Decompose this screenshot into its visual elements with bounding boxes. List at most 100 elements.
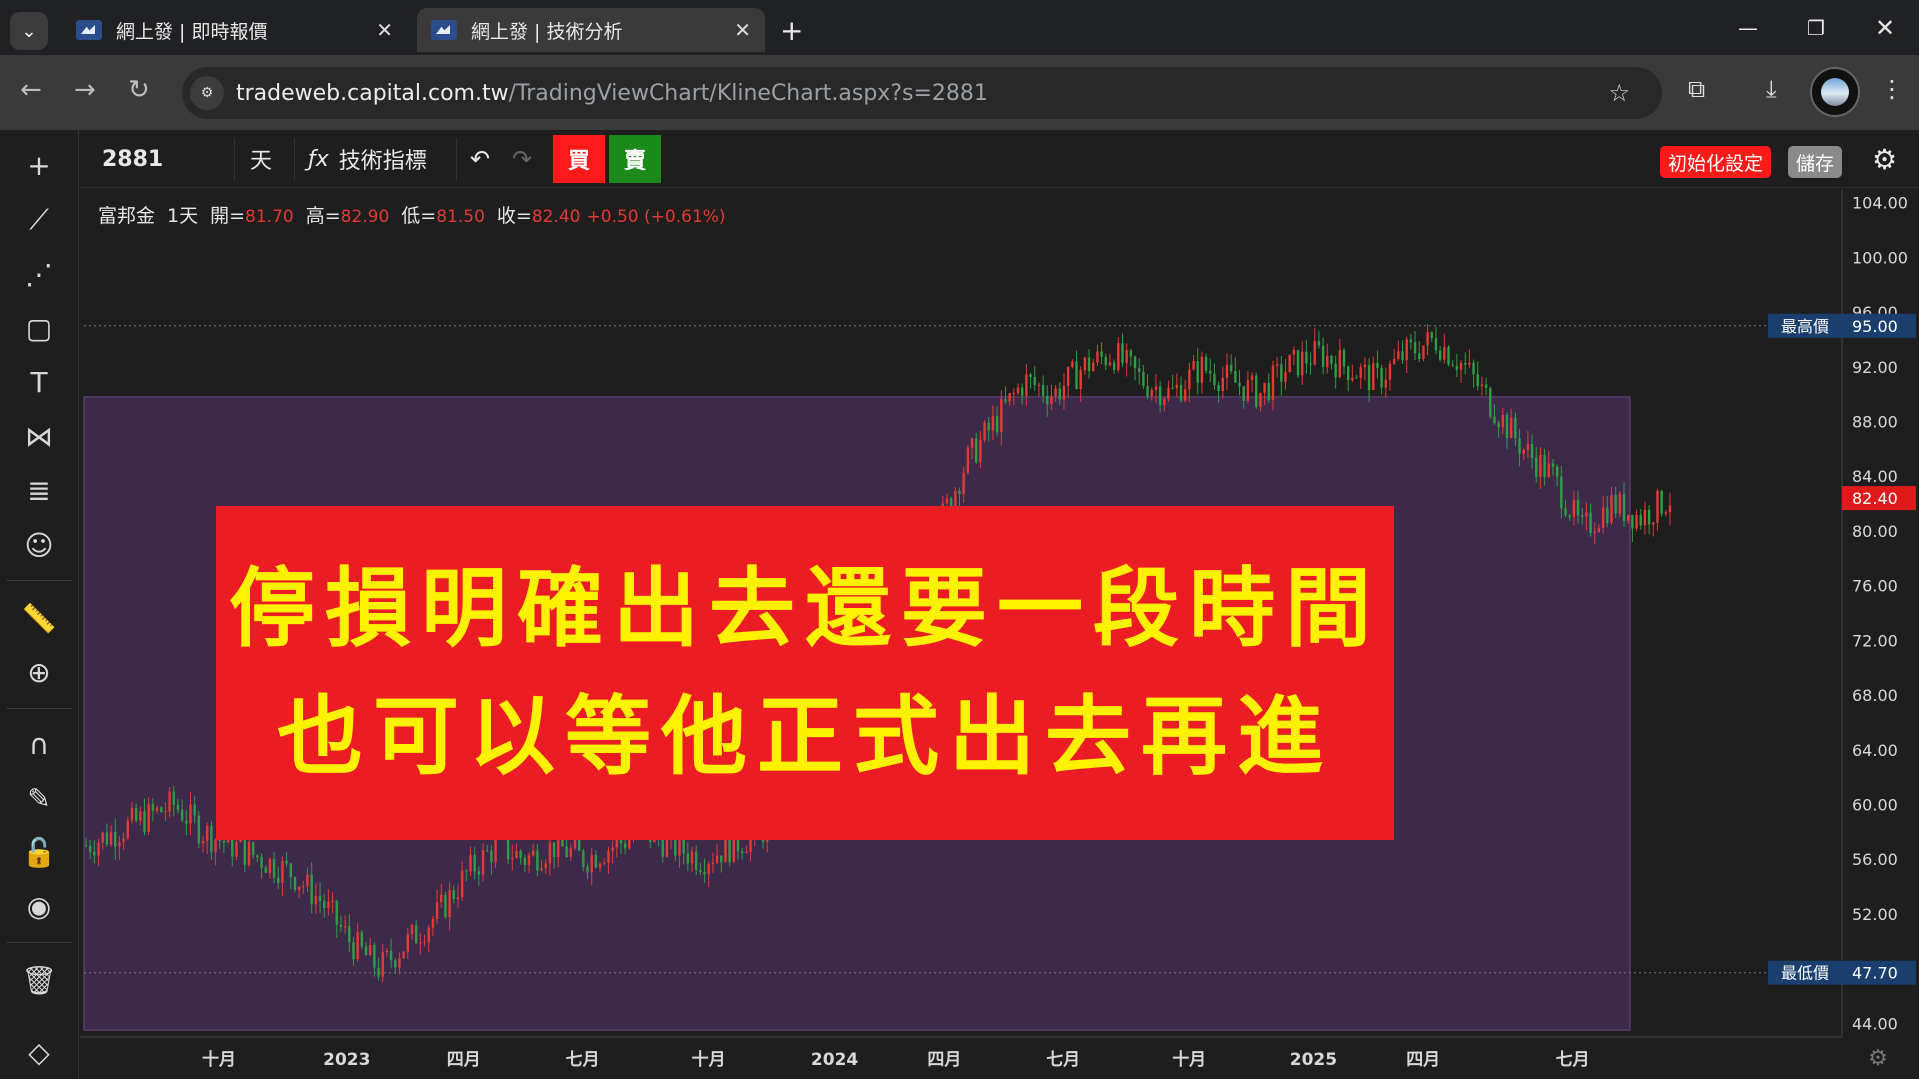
candle-body bbox=[356, 932, 359, 960]
candle-body bbox=[966, 447, 970, 473]
candle-body bbox=[983, 422, 986, 440]
settings-gear-icon[interactable]: ⚙ bbox=[1872, 130, 1897, 188]
lock-drawing-icon[interactable]: ✎ bbox=[19, 778, 59, 818]
candle-body bbox=[1351, 377, 1354, 381]
tab-technical-analysis[interactable]: 網上發 | 技術分析 ✕ bbox=[417, 8, 765, 52]
time-axis-label: 七月 bbox=[1046, 1050, 1080, 1070]
candle-body bbox=[548, 842, 552, 864]
tab-close-icon[interactable]: ✕ bbox=[734, 18, 751, 42]
candle-body bbox=[523, 857, 527, 865]
candle-body bbox=[293, 877, 297, 890]
site-info-icon[interactable]: ⚙ bbox=[190, 76, 224, 110]
redo-icon[interactable]: ↷ bbox=[512, 130, 532, 188]
trash-icon[interactable]: 🗑 bbox=[19, 960, 59, 1000]
profile-avatar[interactable] bbox=[1810, 67, 1860, 117]
rectangle-icon[interactable]: ▢ bbox=[19, 308, 59, 348]
candle-body bbox=[1518, 438, 1521, 454]
candle-body bbox=[1108, 362, 1112, 366]
candle-body bbox=[1313, 340, 1316, 365]
tab-realtime-quote[interactable]: 網上發 | 即時報價 ✕ bbox=[62, 8, 407, 52]
buy-button[interactable]: 買 bbox=[553, 135, 605, 183]
price-tick-label: 60.00 bbox=[1852, 795, 1898, 814]
candle-body bbox=[176, 804, 180, 810]
tab-close-icon[interactable]: ✕ bbox=[376, 18, 393, 42]
ohlc-legend: 富邦金 1天 開=81.70 高=82.90 低=81.50 收=82.40 +… bbox=[98, 201, 726, 228]
candle-body bbox=[1614, 494, 1617, 514]
new-tab-plus-icon[interactable]: + bbox=[780, 14, 803, 47]
candle-body bbox=[389, 950, 393, 961]
save-button[interactable]: 儲存 bbox=[1788, 146, 1843, 178]
minimize-icon[interactable]: — bbox=[1714, 0, 1782, 55]
candle-body bbox=[569, 848, 573, 858]
candle-body bbox=[448, 890, 451, 918]
unlock-icon[interactable]: 🔓 bbox=[19, 832, 59, 872]
candle-body bbox=[1468, 362, 1471, 365]
candle-body bbox=[1158, 386, 1162, 406]
reload-icon[interactable]: ↻ bbox=[128, 75, 150, 105]
forward-arrow-icon[interactable]: → bbox=[74, 75, 96, 105]
toolbar-divider bbox=[234, 138, 235, 180]
time-axis-label: 四月 bbox=[1406, 1050, 1440, 1070]
candle-body bbox=[201, 840, 205, 844]
symbol-search[interactable]: 2881 bbox=[102, 130, 163, 188]
extensions-puzzle-icon[interactable]: ⧉ bbox=[1688, 75, 1705, 103]
candle-body bbox=[1497, 423, 1500, 428]
menu-kebab-icon[interactable]: ⋮ bbox=[1880, 75, 1904, 103]
price-tick-label: 76.00 bbox=[1852, 577, 1898, 596]
restore-icon[interactable]: ❐ bbox=[1782, 0, 1850, 55]
time-axis-label: 四月 bbox=[447, 1050, 481, 1070]
layers-icon[interactable]: ◇ bbox=[19, 1032, 59, 1072]
high-price-tag-label: 最高價 bbox=[1781, 317, 1829, 336]
reset-settings-button[interactable]: 初始化設定 bbox=[1660, 146, 1772, 178]
candle-body bbox=[1154, 386, 1158, 390]
candle-body bbox=[1593, 531, 1596, 534]
fib-tool-icon[interactable]: ⋰ bbox=[19, 254, 59, 294]
emoji-icon[interactable]: ☺ bbox=[19, 525, 59, 565]
candle-body bbox=[1104, 356, 1107, 366]
sell-button[interactable]: 賣 bbox=[609, 135, 661, 183]
candle-body bbox=[1112, 362, 1116, 371]
indicators-button[interactable]: ƒx 技術指標 bbox=[308, 130, 427, 188]
candle-body bbox=[289, 863, 292, 878]
zoom-in-icon[interactable]: ⊕ bbox=[19, 652, 59, 692]
candle-body bbox=[1539, 454, 1542, 477]
tab-search-chevron-icon[interactable]: ⌄ bbox=[10, 12, 48, 50]
magnet-icon[interactable]: ∩ bbox=[19, 724, 59, 764]
candle-body bbox=[1576, 499, 1580, 516]
price-tick-label: 72.00 bbox=[1852, 631, 1898, 650]
trend-line-icon[interactable]: ⟋ bbox=[19, 200, 59, 240]
browser-address-bar: ← → ↻ ⚙ tradeweb.capital.com.tw/TradingV… bbox=[0, 55, 1919, 130]
candle-body bbox=[724, 836, 727, 863]
candle-body bbox=[720, 855, 723, 863]
url-input[interactable]: ⚙ tradeweb.capital.com.tw/TradingViewCha… bbox=[182, 67, 1662, 119]
candle-body bbox=[1643, 509, 1647, 526]
window-close-icon[interactable]: ✕ bbox=[1851, 0, 1919, 55]
candle-body bbox=[1505, 414, 1509, 439]
candle-body bbox=[460, 870, 464, 898]
eye-icon[interactable]: ◉ bbox=[19, 886, 59, 926]
candle-body bbox=[1192, 361, 1195, 370]
candle-body bbox=[130, 808, 134, 821]
crosshair-icon[interactable]: + bbox=[19, 145, 59, 185]
low-price-tag-label: 最低價 bbox=[1781, 964, 1829, 983]
candle-body bbox=[1438, 350, 1442, 360]
candle-body bbox=[1668, 505, 1672, 513]
pattern-icon[interactable]: ⋈ bbox=[19, 416, 59, 456]
candle-body bbox=[160, 807, 163, 813]
forecast-icon[interactable]: ≣ bbox=[19, 470, 59, 510]
candle-body bbox=[1317, 340, 1321, 346]
text-icon[interactable]: T bbox=[19, 362, 59, 402]
ruler-icon[interactable]: 📏 bbox=[19, 598, 59, 638]
candle-body bbox=[740, 851, 744, 853]
interval-selector[interactable]: 天 bbox=[250, 130, 272, 188]
undo-icon[interactable]: ↶ bbox=[470, 130, 490, 188]
download-icon[interactable]: ⤓ bbox=[1766, 75, 1777, 103]
candle-body bbox=[694, 851, 698, 870]
bookmark-star-icon[interactable]: ☆ bbox=[1608, 79, 1630, 107]
candle-body bbox=[1288, 354, 1291, 373]
site-favicon-icon bbox=[76, 20, 102, 40]
back-arrow-icon[interactable]: ← bbox=[20, 75, 42, 105]
candle-body bbox=[385, 950, 389, 953]
candle-body bbox=[1062, 385, 1066, 400]
candle-body bbox=[1234, 370, 1237, 383]
